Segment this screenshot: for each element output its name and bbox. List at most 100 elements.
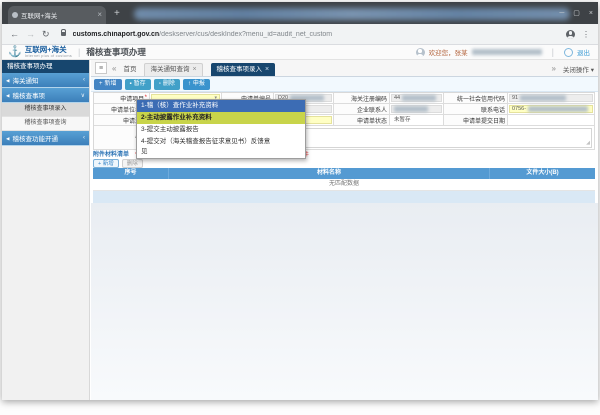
close-window-button[interactable]: ×: [589, 10, 593, 17]
button-label: 删除: [163, 79, 175, 90]
sidebar-item-audit-activation[interactable]: ◀ 稽核查功能开通 ‹: [2, 131, 89, 146]
apply-status-label: 申请单状态: [334, 115, 390, 126]
dropdown-option-1[interactable]: 1-稽（核）查作业补充资料: [137, 100, 305, 112]
site-favicon-icon: [12, 12, 18, 18]
sidebar-item-audit-matters[interactable]: ◀ 稽核查事项 ∨: [2, 88, 89, 103]
minimize-button[interactable]: ─: [559, 10, 564, 17]
dropdown-option-3[interactable]: 3-提交主动披露报告: [137, 124, 305, 136]
home-tab[interactable]: 首页: [123, 63, 136, 73]
redacted-value: [528, 106, 588, 112]
up-arrow-icon: ↑: [188, 79, 191, 90]
redacted-area: [134, 8, 570, 20]
scroll-left-icon[interactable]: «: [112, 64, 116, 73]
sidebar-title: 稽核查事项办理: [2, 60, 89, 73]
submit-date-value: [509, 116, 593, 124]
speaker-icon: ◀: [6, 136, 9, 141]
redacted-username: [472, 49, 542, 55]
main-area: 稽核查事项办理 ◀ 海关通知 ‹ ◀ 稽核查事项 ∨ 稽核查事项录入 稽核查事项…: [2, 60, 598, 400]
sidebar-item-customs-notice[interactable]: ◀ 海关通知 ‹: [2, 73, 89, 88]
button-label: 新增: [103, 161, 114, 167]
reload-icon[interactable]: ↻: [42, 29, 50, 39]
attachment-delete-button[interactable]: 删除: [122, 159, 143, 168]
sidebar-item-label: 稽核查功能开通: [12, 133, 83, 143]
sidebar-item-label: 海关通知: [12, 75, 83, 85]
column-header-name: 材料名称: [169, 168, 490, 179]
logo-block: 互联网+海关 Internet plus of customs: [25, 46, 72, 58]
maximize-button[interactable]: ▢: [573, 9, 580, 17]
dropdown-option-2[interactable]: 2-主动披露作业补充资料: [137, 112, 305, 124]
tab-label: 稽核查事项录入: [217, 64, 263, 76]
uscc-value: 91: [509, 94, 593, 102]
tab-customs-notice-query[interactable]: 海关通知查询 ×: [144, 63, 202, 76]
plus-icon: +: [99, 79, 103, 90]
address-field[interactable]: customs.chinaport.gov.cn/deskserver/cus/…: [73, 31, 559, 38]
button-label: 新增: [105, 79, 117, 90]
customs-reg-field-cell: 44: [390, 93, 444, 104]
dropdown-option-4[interactable]: 4-提交对（海关稽查报告征求意见书）反馈意见: [137, 136, 305, 158]
customs-logo-icon: ⚓: [8, 46, 22, 58]
resize-handle-icon[interactable]: ◢: [586, 141, 590, 146]
close-icon[interactable]: ×: [265, 64, 269, 76]
redacted-value: [402, 95, 436, 101]
browser-tab[interactable]: 互联网+海关 ×: [8, 6, 106, 24]
page-title: 稽核查事项办理: [86, 46, 146, 58]
new-tab-button[interactable]: +: [114, 7, 120, 21]
trash-icon: ▫: [159, 79, 161, 90]
uscc-field-cell: 91: [508, 93, 595, 104]
close-icon[interactable]: ×: [192, 64, 196, 76]
url-bar: ← → ↻ customs.chinaport.gov.cn/deskserve…: [2, 24, 598, 45]
tab-close-icon[interactable]: ×: [97, 11, 102, 19]
contact-phone-input[interactable]: 0756-: [509, 105, 593, 113]
declare-button[interactable]: ↑申报: [183, 79, 210, 90]
window-controls: ─ ▢ ×: [559, 2, 593, 24]
tab-label: 海关通知查询: [150, 64, 189, 76]
add-button[interactable]: +新增: [94, 79, 122, 90]
caret-down-icon: ▾: [591, 67, 594, 74]
column-header-size: 文件大小(B): [490, 168, 595, 179]
scroll-right-icon[interactable]: »: [551, 64, 555, 73]
customs-reg-value: 44: [391, 94, 442, 102]
url-path: /deskserver/cus/deskIndex?menu_id=audit_…: [159, 31, 332, 38]
redacted-value: [520, 95, 566, 101]
logout-button[interactable]: 退出: [577, 47, 590, 57]
forward-icon[interactable]: →: [26, 29, 35, 39]
sidebar-item-audit-entry[interactable]: 稽核查事项录入: [2, 103, 89, 117]
tab-strip: ≡ « 首页 海关通知查询 × 稽核查事项录入 × » 关闭操作 ▾: [91, 60, 598, 77]
button-label: 申报: [193, 79, 205, 90]
save-icon: ▪: [130, 79, 132, 90]
delete-button[interactable]: ▫删除: [154, 79, 180, 90]
lock-icon: [61, 32, 66, 36]
tab-audit-entry[interactable]: 稽核查事项录入 ×: [211, 63, 276, 76]
sidebar-item-audit-query[interactable]: 稽核查事项查询: [2, 117, 89, 131]
header-divider2: |: [552, 47, 554, 57]
url-domain: customs.chinaport.gov.cn: [73, 31, 160, 38]
welcome-text: 欢迎您，张某: [429, 47, 468, 57]
profile-icon[interactable]: [566, 30, 575, 39]
contact-phone-field-cell: 0756-: [508, 104, 595, 115]
user-avatar-icon: [416, 48, 425, 57]
hamburger-icon[interactable]: ≡: [95, 62, 107, 74]
attachment-table: 序号 材料名称 文件大小(B) 无匹配数据: [93, 168, 595, 204]
contact-phone-label: 联系电话: [444, 104, 508, 115]
browser-menu-icon[interactable]: ⋮: [582, 30, 590, 39]
content-area: ≡ « 首页 海关通知查询 × 稽核查事项录入 × » 关闭操作 ▾: [91, 60, 598, 400]
uscc-label: 统一社会信用代码: [444, 93, 508, 104]
apply-status-value: 未暂存: [391, 116, 442, 124]
redacted-value: [394, 106, 428, 112]
browser-tab-title: 互联网+海关: [21, 10, 94, 20]
logo-subtitle: Internet plus of customs: [25, 54, 72, 58]
power-icon: [564, 48, 573, 57]
attachment-add-button[interactable]: + 新增: [93, 159, 119, 168]
close-operations-dropdown[interactable]: 关闭操作 ▾: [563, 64, 594, 74]
contact-person-value: [391, 105, 442, 113]
speaker-icon: ◀: [6, 93, 9, 98]
apply-status-field-cell: 未暂存: [390, 115, 444, 126]
tab-strip-right: » 关闭操作 ▾: [546, 60, 594, 77]
customs-reg-label: 海关注册编码: [334, 93, 390, 104]
submit-date-label: 申请单提交日期: [444, 115, 508, 126]
temp-save-button[interactable]: ▪暂存: [125, 79, 151, 90]
back-icon[interactable]: ←: [10, 29, 19, 39]
header-divider: |: [78, 47, 80, 57]
plus-icon: +: [98, 161, 101, 167]
column-header-index: 序号: [93, 168, 169, 179]
